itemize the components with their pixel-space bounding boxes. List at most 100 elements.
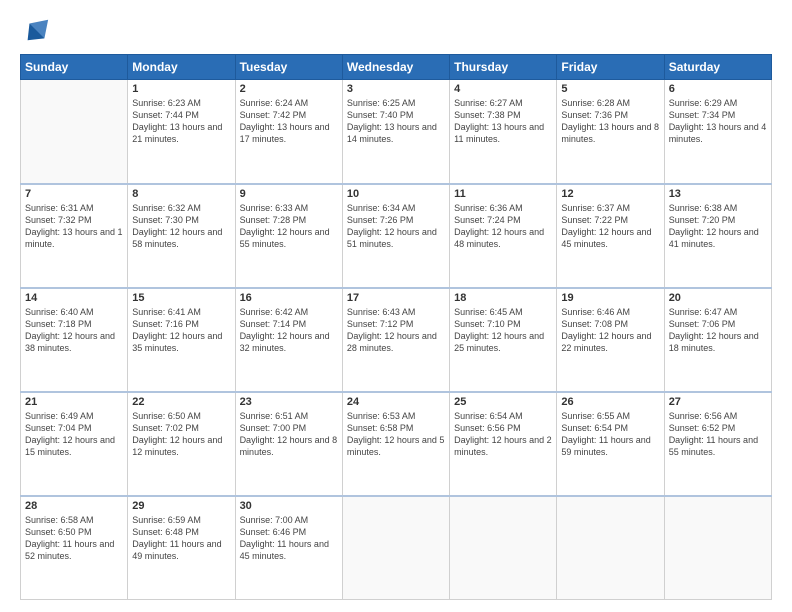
day-info: Sunrise: 6:40 AMSunset: 7:18 PMDaylight:… <box>25 306 123 355</box>
logo <box>20 16 50 44</box>
logo-icon <box>22 16 50 44</box>
calendar-cell <box>664 496 771 600</box>
weekday-header-wednesday: Wednesday <box>342 55 449 80</box>
calendar-cell: 5 Sunrise: 6:28 AMSunset: 7:36 PMDaylight… <box>557 80 664 184</box>
day-info: Sunrise: 6:25 AMSunset: 7:40 PMDaylight:… <box>347 97 445 146</box>
weekday-header-sunday: Sunday <box>21 55 128 80</box>
week-row-1: 7 Sunrise: 6:31 AMSunset: 7:32 PMDaylight… <box>21 184 772 288</box>
calendar-cell: 20Sunrise: 6:47 AMSunset: 7:06 PMDayligh… <box>664 288 771 392</box>
day-info: Sunrise: 6:58 AMSunset: 6:50 PMDaylight:… <box>25 514 123 563</box>
day-number: 4 <box>454 83 552 95</box>
weekday-header-tuesday: Tuesday <box>235 55 342 80</box>
day-info: Sunrise: 6:50 AMSunset: 7:02 PMDaylight:… <box>132 410 230 459</box>
day-number: 24 <box>347 396 445 408</box>
day-info: Sunrise: 6:38 AMSunset: 7:20 PMDaylight:… <box>669 202 767 251</box>
day-number: 14 <box>25 292 123 304</box>
day-number: 15 <box>132 292 230 304</box>
day-info: Sunrise: 6:34 AMSunset: 7:26 PMDaylight:… <box>347 202 445 251</box>
day-number: 6 <box>669 83 767 95</box>
calendar-cell <box>21 80 128 184</box>
day-number: 16 <box>240 292 338 304</box>
day-number: 30 <box>240 500 338 512</box>
day-number: 26 <box>561 396 659 408</box>
calendar-cell: 9Sunrise: 6:33 AMSunset: 7:28 PMDaylight… <box>235 184 342 288</box>
calendar-cell <box>450 496 557 600</box>
day-info: Sunrise: 6:31 AMSunset: 7:32 PMDaylight:… <box>25 202 123 251</box>
calendar-cell <box>557 496 664 600</box>
day-number: 13 <box>669 188 767 200</box>
day-number: 2 <box>240 83 338 95</box>
calendar-cell: 6 Sunrise: 6:29 AMSunset: 7:34 PMDaylight… <box>664 80 771 184</box>
calendar-cell: 7 Sunrise: 6:31 AMSunset: 7:32 PMDaylight… <box>21 184 128 288</box>
day-info: Sunrise: 6:43 AMSunset: 7:12 PMDaylight:… <box>347 306 445 355</box>
day-number: 22 <box>132 396 230 408</box>
day-number: 7 <box>25 188 123 200</box>
weekday-header-monday: Monday <box>128 55 235 80</box>
calendar-cell: 28 Sunrise: 6:58 AMSunset: 6:50 PMDayligh… <box>21 496 128 600</box>
calendar-cell: 1 Sunrise: 6:23 AMSunset: 7:44 PMDaylight… <box>128 80 235 184</box>
day-number: 21 <box>25 396 123 408</box>
calendar-cell: 13 Sunrise: 6:38 AMSunset: 7:20 PMDayligh… <box>664 184 771 288</box>
day-info: Sunrise: 6:59 AMSunset: 6:48 PMDaylight:… <box>132 514 230 563</box>
calendar-cell: 18Sunrise: 6:45 AMSunset: 7:10 PMDayligh… <box>450 288 557 392</box>
day-info: Sunrise: 6:36 AMSunset: 7:24 PMDaylight:… <box>454 202 552 251</box>
calendar-cell: 25 Sunrise: 6:54 AMSunset: 6:56 PMDayligh… <box>450 392 557 496</box>
header <box>20 16 772 44</box>
day-number: 12 <box>561 188 659 200</box>
day-info: Sunrise: 6:53 AMSunset: 6:58 PMDaylight:… <box>347 410 445 459</box>
calendar-cell: 16Sunrise: 6:42 AMSunset: 7:14 PMDayligh… <box>235 288 342 392</box>
day-info: Sunrise: 6:46 AMSunset: 7:08 PMDaylight:… <box>561 306 659 355</box>
day-number: 5 <box>561 83 659 95</box>
day-number: 23 <box>240 396 338 408</box>
week-row-2: 14 Sunrise: 6:40 AMSunset: 7:18 PMDayligh… <box>21 288 772 392</box>
calendar-cell: 24 Sunrise: 6:53 AMSunset: 6:58 PMDayligh… <box>342 392 449 496</box>
day-info: Sunrise: 6:23 AMSunset: 7:44 PMDaylight:… <box>132 97 230 146</box>
calendar-cell: 21Sunrise: 6:49 AMSunset: 7:04 PMDayligh… <box>21 392 128 496</box>
page: SundayMondayTuesdayWednesdayThursdayFrid… <box>0 0 792 612</box>
calendar-cell: 30 Sunrise: 7:00 AMSunset: 6:46 PMDayligh… <box>235 496 342 600</box>
weekday-header-saturday: Saturday <box>664 55 771 80</box>
day-number: 28 <box>25 500 123 512</box>
day-number: 8 <box>132 188 230 200</box>
calendar-cell: 19 Sunrise: 6:46 AMSunset: 7:08 PMDayligh… <box>557 288 664 392</box>
day-number: 19 <box>561 292 659 304</box>
day-info: Sunrise: 6:33 AMSunset: 7:28 PMDaylight:… <box>240 202 338 251</box>
day-info: Sunrise: 7:00 AMSunset: 6:46 PMDaylight:… <box>240 514 338 563</box>
weekday-header-friday: Friday <box>557 55 664 80</box>
day-number: 1 <box>132 83 230 95</box>
calendar-cell: 22 Sunrise: 6:50 AMSunset: 7:02 PMDayligh… <box>128 392 235 496</box>
calendar-cell: 8 Sunrise: 6:32 AMSunset: 7:30 PMDaylight… <box>128 184 235 288</box>
week-row-4: 28 Sunrise: 6:58 AMSunset: 6:50 PMDayligh… <box>21 496 772 600</box>
calendar-cell: 26 Sunrise: 6:55 AMSunset: 6:54 PMDayligh… <box>557 392 664 496</box>
day-info: Sunrise: 6:54 AMSunset: 6:56 PMDaylight:… <box>454 410 552 459</box>
calendar-table: SundayMondayTuesdayWednesdayThursdayFrid… <box>20 54 772 600</box>
day-info: Sunrise: 6:56 AMSunset: 6:52 PMDaylight:… <box>669 410 767 459</box>
day-info: Sunrise: 6:45 AMSunset: 7:10 PMDaylight:… <box>454 306 552 355</box>
day-info: Sunrise: 6:29 AMSunset: 7:34 PMDaylight:… <box>669 97 767 146</box>
calendar-cell <box>342 496 449 600</box>
calendar-cell: 14 Sunrise: 6:40 AMSunset: 7:18 PMDayligh… <box>21 288 128 392</box>
calendar-cell: 17Sunrise: 6:43 AMSunset: 7:12 PMDayligh… <box>342 288 449 392</box>
day-number: 25 <box>454 396 552 408</box>
day-info: Sunrise: 6:37 AMSunset: 7:22 PMDaylight:… <box>561 202 659 251</box>
calendar-cell: 3 Sunrise: 6:25 AMSunset: 7:40 PMDaylight… <box>342 80 449 184</box>
calendar-cell: 12 Sunrise: 6:37 AMSunset: 7:22 PMDayligh… <box>557 184 664 288</box>
day-number: 27 <box>669 396 767 408</box>
weekday-header-row: SundayMondayTuesdayWednesdayThursdayFrid… <box>21 55 772 80</box>
day-number: 20 <box>669 292 767 304</box>
calendar-cell: 4Sunrise: 6:27 AMSunset: 7:38 PMDaylight… <box>450 80 557 184</box>
day-number: 29 <box>132 500 230 512</box>
calendar-cell: 23Sunrise: 6:51 AMSunset: 7:00 PMDayligh… <box>235 392 342 496</box>
day-info: Sunrise: 6:55 AMSunset: 6:54 PMDaylight:… <box>561 410 659 459</box>
day-info: Sunrise: 6:24 AMSunset: 7:42 PMDaylight:… <box>240 97 338 146</box>
day-number: 11 <box>454 188 552 200</box>
day-number: 3 <box>347 83 445 95</box>
calendar-cell: 10Sunrise: 6:34 AMSunset: 7:26 PMDayligh… <box>342 184 449 288</box>
day-info: Sunrise: 6:32 AMSunset: 7:30 PMDaylight:… <box>132 202 230 251</box>
calendar-cell: 29 Sunrise: 6:59 AMSunset: 6:48 PMDayligh… <box>128 496 235 600</box>
calendar-cell: 11 Sunrise: 6:36 AMSunset: 7:24 PMDayligh… <box>450 184 557 288</box>
day-info: Sunrise: 6:28 AMSunset: 7:36 PMDaylight:… <box>561 97 659 146</box>
week-row-0: 1 Sunrise: 6:23 AMSunset: 7:44 PMDaylight… <box>21 80 772 184</box>
week-row-3: 21Sunrise: 6:49 AMSunset: 7:04 PMDayligh… <box>21 392 772 496</box>
calendar-cell: 15Sunrise: 6:41 AMSunset: 7:16 PMDayligh… <box>128 288 235 392</box>
